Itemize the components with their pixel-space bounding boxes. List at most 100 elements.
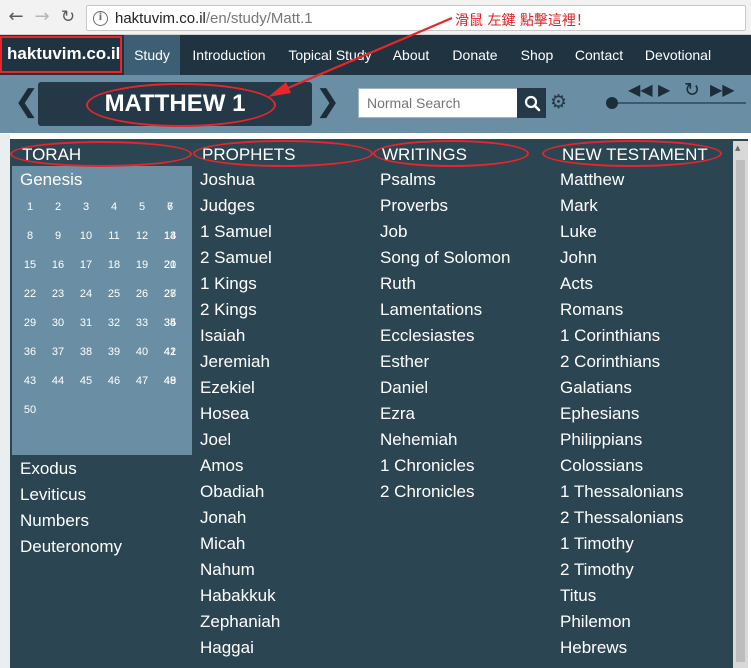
book-link[interactable]: Philemon: [560, 612, 631, 632]
book-link[interactable]: Habakkuk: [200, 586, 276, 606]
chapter-link[interactable]: 47: [130, 375, 154, 387]
book-link[interactable]: 1 Kings: [200, 274, 257, 294]
book-link[interactable]: 2 Corinthians: [560, 352, 660, 372]
chapter-link[interactable]: 35: [158, 317, 182, 329]
chapter-link[interactable]: 3: [74, 201, 98, 213]
book-link[interactable]: Joshua: [200, 170, 255, 190]
chapter-link[interactable]: 33: [130, 317, 154, 329]
book-link[interactable]: Jonah: [200, 508, 246, 528]
book-link[interactable]: Lamentations: [380, 300, 482, 320]
chapter-link[interactable]: 16: [46, 259, 70, 271]
book-link[interactable]: Job: [380, 222, 407, 242]
chapter-link[interactable]: 24: [74, 288, 98, 300]
book-link[interactable]: Exodus: [20, 459, 77, 479]
chapter-link[interactable]: 37: [46, 346, 70, 358]
play-icon[interactable]: ▶: [658, 79, 670, 101]
book-link[interactable]: Micah: [200, 534, 245, 554]
book-link[interactable]: 1 Samuel: [200, 222, 272, 242]
nav-study[interactable]: Study: [124, 35, 180, 75]
search-input[interactable]: [358, 88, 518, 118]
book-genesis[interactable]: Genesis: [20, 170, 82, 190]
chapter-link[interactable]: 18: [102, 259, 126, 271]
chapter-link[interactable]: 39: [102, 346, 126, 358]
rewind-icon[interactable]: ◀◀: [628, 79, 653, 101]
chapter-link[interactable]: 1: [18, 201, 42, 213]
chapter-link[interactable]: 28: [158, 288, 182, 300]
chapter-link[interactable]: 30: [46, 317, 70, 329]
chapter-link[interactable]: 22: [18, 288, 42, 300]
audio-progress-knob[interactable]: [606, 97, 618, 109]
chapter-link[interactable]: 17: [74, 259, 98, 271]
book-link[interactable]: Philippians: [560, 430, 642, 450]
book-link[interactable]: 1 Chronicles: [380, 456, 475, 476]
chapter-link[interactable]: 44: [46, 375, 70, 387]
nav-shop[interactable]: Shop: [514, 35, 560, 75]
chapter-link[interactable]: 25: [102, 288, 126, 300]
book-link[interactable]: Jeremiah: [200, 352, 270, 372]
scroll-up-icon[interactable]: ▲: [735, 144, 740, 152]
chapter-link[interactable]: 32: [102, 317, 126, 329]
book-link[interactable]: 2 Thessalonians: [560, 508, 684, 528]
arrow-right-icon[interactable]: →: [32, 7, 52, 27]
reload-icon[interactable]: ↻: [58, 7, 78, 27]
nav-introduction[interactable]: Introduction: [186, 35, 272, 75]
chapter-link[interactable]: 45: [74, 375, 98, 387]
previous-chapter-icon[interactable]: ❮: [14, 87, 39, 117]
chapter-link[interactable]: 36: [18, 346, 42, 358]
repeat-icon[interactable]: ↻: [684, 79, 700, 101]
book-link[interactable]: Daniel: [380, 378, 428, 398]
book-link[interactable]: Hebrews: [560, 638, 627, 658]
chapter-link[interactable]: 50: [18, 404, 42, 416]
book-link[interactable]: 1 Thessalonians: [560, 482, 684, 502]
book-link[interactable]: Obadiah: [200, 482, 264, 502]
nav-about[interactable]: About: [387, 35, 435, 75]
book-link[interactable]: Acts: [560, 274, 593, 294]
book-link[interactable]: Esther: [380, 352, 429, 372]
book-link[interactable]: 2 Kings: [200, 300, 257, 320]
chapter-link[interactable]: 15: [18, 259, 42, 271]
arrow-left-icon[interactable]: ←: [6, 7, 26, 27]
info-icon[interactable]: i: [93, 11, 108, 26]
book-link[interactable]: Matthew: [560, 170, 624, 190]
nav-donate[interactable]: Donate: [446, 35, 504, 75]
chapter-link[interactable]: 43: [18, 375, 42, 387]
book-link[interactable]: Zephaniah: [200, 612, 280, 632]
chapter-link[interactable]: 29: [18, 317, 42, 329]
chapter-link[interactable]: 26: [130, 288, 154, 300]
book-link[interactable]: John: [560, 248, 597, 268]
chapter-link[interactable]: 46: [102, 375, 126, 387]
book-link[interactable]: Galatians: [560, 378, 632, 398]
gear-icon[interactable]: ⚙: [550, 92, 567, 112]
address-bar[interactable]: i haktuvim.co.il/en/study/Matt.1: [86, 5, 746, 31]
book-link[interactable]: Proverbs: [380, 196, 448, 216]
book-link[interactable]: Ezra: [380, 404, 415, 424]
book-link[interactable]: Isaiah: [200, 326, 245, 346]
book-link[interactable]: Song of Solomon: [380, 248, 510, 268]
book-link[interactable]: Ruth: [380, 274, 416, 294]
book-link[interactable]: Mark: [560, 196, 598, 216]
book-link[interactable]: Romans: [560, 300, 623, 320]
book-link[interactable]: Nahum: [200, 560, 255, 580]
chapter-link[interactable]: 42: [158, 346, 182, 358]
chapter-link[interactable]: 12: [130, 230, 154, 242]
book-link[interactable]: Judges: [200, 196, 255, 216]
chapter-link[interactable]: 14: [158, 230, 182, 242]
chapter-link[interactable]: 40: [130, 346, 154, 358]
book-link[interactable]: Ezekiel: [200, 378, 255, 398]
audio-progress-slider[interactable]: [612, 102, 746, 104]
dropdown-scrollbar-thumb[interactable]: [736, 160, 745, 662]
chapter-link[interactable]: 4: [102, 201, 126, 213]
search-button[interactable]: [517, 88, 546, 118]
chapter-link[interactable]: 38: [74, 346, 98, 358]
chapter-link[interactable]: 21: [158, 259, 182, 271]
book-link[interactable]: Leviticus: [20, 485, 86, 505]
book-link[interactable]: Numbers: [20, 511, 89, 531]
book-link[interactable]: Ephesians: [560, 404, 639, 424]
book-link[interactable]: 1 Corinthians: [560, 326, 660, 346]
book-link[interactable]: 2 Samuel: [200, 248, 272, 268]
book-link[interactable]: Haggai: [200, 638, 254, 658]
book-link[interactable]: Deuteronomy: [20, 537, 122, 557]
chapter-link[interactable]: 31: [74, 317, 98, 329]
chapter-link[interactable]: 2: [46, 201, 70, 213]
book-link[interactable]: Titus: [560, 586, 596, 606]
